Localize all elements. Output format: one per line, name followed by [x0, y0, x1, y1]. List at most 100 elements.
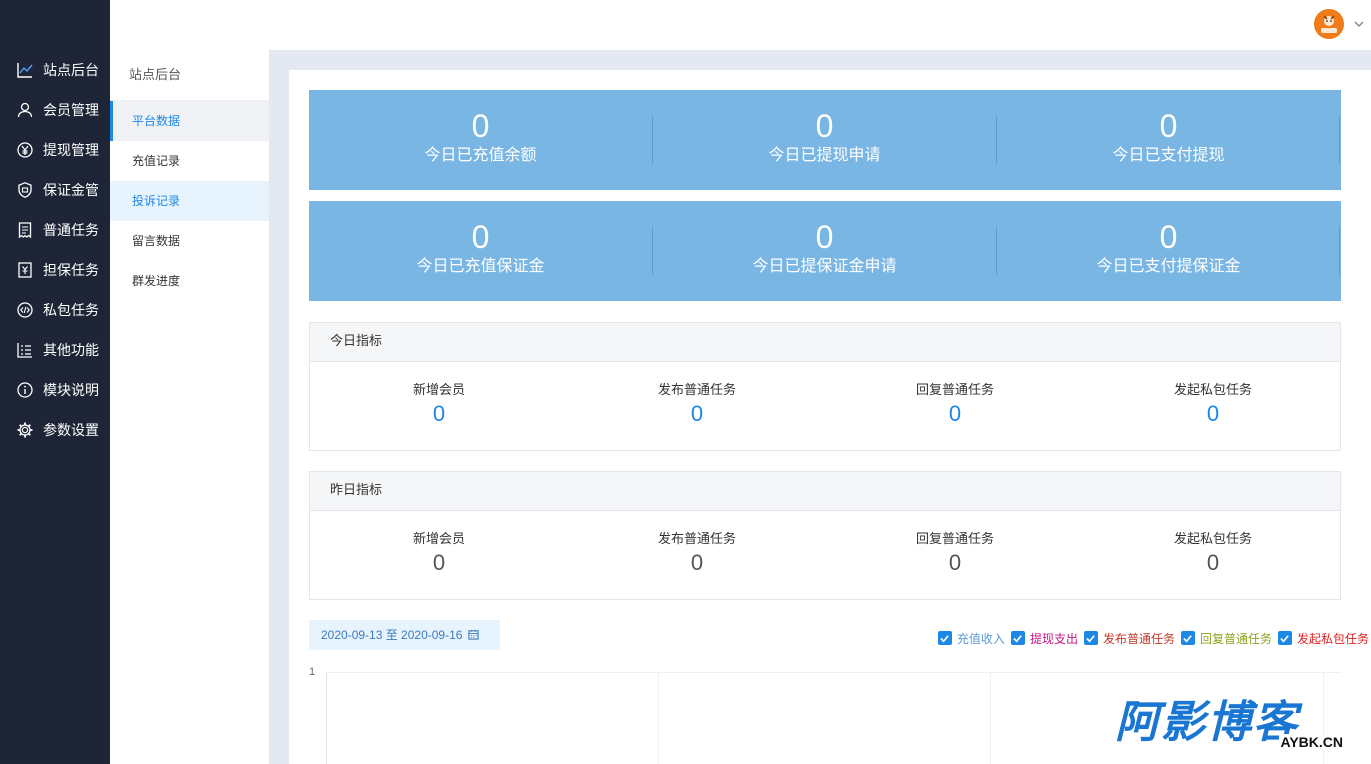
stat-cell: 0 今日已提保证金申请: [653, 201, 996, 301]
chart-axis-y: [326, 672, 327, 764]
submenu-item-broadcast-progress[interactable]: 群发进度: [110, 261, 269, 301]
nav-label: 站点后台: [43, 62, 99, 78]
info-icon: [16, 381, 34, 399]
nav-item-module-info[interactable]: 模块说明: [0, 370, 110, 410]
legend-label: 发布普通任务: [1102, 631, 1175, 646]
chart-gridline: [658, 672, 659, 764]
nav-item-guarantee-task[interactable]: 担保任务: [0, 250, 110, 290]
metric-reply-normal: 回复普通任务 0: [826, 381, 1084, 427]
code-icon: [16, 301, 34, 319]
nav-label: 私包任务: [43, 302, 99, 318]
legend-publish-normal[interactable]: 发布普通任务: [1083, 630, 1175, 647]
date-range-text: 2020-09-13 至 2020-09-16: [321, 628, 463, 642]
shield-icon: [16, 181, 34, 199]
metric-publish-normal: 发布普通任务 0: [568, 530, 826, 576]
stat-panel-deposit: 0 今日已充值保证金 0 今日已提保证金申请 0 今日已支付提保证金: [309, 201, 1341, 301]
metric-private-task: 发起私包任务 0: [1084, 530, 1342, 576]
legend-label: 提现支出: [1029, 631, 1078, 646]
today-metrics: 今日指标 新增会员 0 发布普通任务 0 回复普通任务 0 发起私包任务 0: [309, 322, 1341, 451]
legend-recharge-income[interactable]: 充值收入: [937, 630, 1005, 647]
nav-item-site-backend[interactable]: 站点后台: [0, 50, 110, 90]
submenu-item-platform-data[interactable]: 平台数据: [110, 101, 269, 141]
nav-item-private-task[interactable]: 私包任务: [0, 290, 110, 330]
nav-label: 其他功能: [43, 342, 99, 358]
nav-label: 会员管理: [43, 102, 99, 118]
stat-panel-recharge: 0 今日已充值余额 0 今日已提现申请 0 今日已支付提现: [309, 90, 1341, 190]
metric-value: 0: [432, 550, 446, 575]
nav-label: 提现管理: [43, 142, 99, 158]
stat-value: 0: [471, 108, 490, 144]
metric-label: 发布普通任务: [657, 382, 736, 397]
metric-label: 回复普通任务: [915, 531, 994, 546]
list-icon: [16, 341, 34, 359]
nav-label: 保证金管: [43, 182, 99, 198]
nav-item-members[interactable]: 会员管理: [0, 90, 110, 130]
stat-value: 0: [815, 219, 834, 255]
checkbox-checked-icon[interactable]: [1010, 631, 1025, 645]
metric-value: 0: [1206, 550, 1220, 575]
nav-item-deposit[interactable]: 保证金管: [0, 170, 110, 210]
y-tick-label: 1: [309, 666, 316, 678]
metric-value: 0: [948, 550, 962, 575]
nav-item-settings[interactable]: 参数设置: [0, 410, 110, 450]
nav-item-normal-task[interactable]: 普通任务: [0, 210, 110, 250]
submenu-item-message-data[interactable]: 留言数据: [110, 221, 269, 261]
stat-cell: 0 今日已充值余额: [309, 90, 652, 190]
nav-item-withdraw[interactable]: 提现管理: [0, 130, 110, 170]
metric-label: 新增会员: [412, 531, 465, 546]
metric-label: 回复普通任务: [915, 382, 994, 397]
line-chart-icon: [16, 61, 34, 79]
sub-menu: 站点后台 平台数据 充值记录 投诉记录 留言数据 群发进度: [110, 50, 269, 764]
nav-item-other[interactable]: 其他功能: [0, 330, 110, 370]
chevron-down-icon[interactable]: [1353, 18, 1365, 30]
stat-label: 今日已充值余额: [424, 147, 537, 164]
stat-label: 今日已提现申请: [768, 147, 881, 164]
stat-cell: 0 今日已充值保证金: [309, 201, 652, 301]
date-range-picker[interactable]: 2020-09-13 至 2020-09-16: [309, 620, 500, 650]
chart-gridline: [326, 672, 1341, 673]
stat-divider: [1339, 116, 1340, 164]
checkbox-checked-icon[interactable]: [937, 631, 952, 645]
stat-label: 今日已提保证金申请: [752, 258, 897, 275]
stat-cell: 0 今日已支付提现: [997, 90, 1340, 190]
stat-value: 0: [1159, 108, 1178, 144]
avatar[interactable]: [1314, 9, 1344, 39]
checkbox-checked-icon[interactable]: [1083, 631, 1098, 645]
stat-value: 0: [815, 108, 834, 144]
metric-label: 发起私包任务: [1173, 382, 1252, 397]
metric-value: 0: [432, 401, 446, 426]
nav-label: 模块说明: [43, 382, 99, 398]
avatar-image-icon: [1314, 9, 1344, 39]
legend-withdraw-expense[interactable]: 提现支出: [1010, 630, 1078, 647]
watermark-sub-text: AYBK.CN: [1278, 734, 1345, 750]
top-bar: [110, 0, 1371, 50]
metric-label: 发布普通任务: [657, 531, 736, 546]
metric-label: 新增会员: [412, 382, 465, 397]
bill-icon: [16, 261, 34, 279]
metric-publish-normal: 发布普通任务 0: [568, 381, 826, 427]
stat-cell: 0 今日已支付提保证金: [997, 201, 1340, 301]
stat-cell: 0 今日已提现申请: [653, 90, 996, 190]
legend-private-task[interactable]: 发起私包任务: [1277, 630, 1369, 647]
metric-value: 0: [690, 401, 704, 426]
receipt-icon: [16, 221, 34, 239]
nav-label: 普通任务: [43, 222, 99, 238]
yen-icon: [16, 141, 34, 159]
legend-label: 充值收入: [956, 631, 1005, 646]
metric-value: 0: [1206, 401, 1220, 426]
left-nav: 站点后台 会员管理 提现管理 保证金管 普通任务 担保任务 私包任务 其他功能 …: [0, 0, 110, 764]
metric-reply-normal: 回复普通任务 0: [826, 530, 1084, 576]
chart-gridline: [990, 672, 991, 764]
metric-label: 发起私包任务: [1173, 531, 1252, 546]
submenu-item-recharge-records[interactable]: 充值记录: [110, 141, 269, 181]
checkbox-checked-icon[interactable]: [1277, 631, 1292, 645]
submenu-item-complaint-records[interactable]: 投诉记录: [110, 181, 269, 221]
legend-label: 回复普通任务: [1199, 631, 1272, 646]
metric-value: 0: [690, 550, 704, 575]
chart-legend: 充值收入 提现支出 发布普通任务 回复普通任务 发起私包任务: [932, 629, 1369, 647]
nav-label: 担保任务: [43, 262, 99, 278]
legend-label: 发起私包任务: [1296, 631, 1369, 646]
legend-reply-normal[interactable]: 回复普通任务: [1180, 630, 1272, 647]
checkbox-checked-icon[interactable]: [1180, 631, 1195, 645]
watermark-logo: 阿影博客 AYBK.CN: [1115, 698, 1355, 756]
